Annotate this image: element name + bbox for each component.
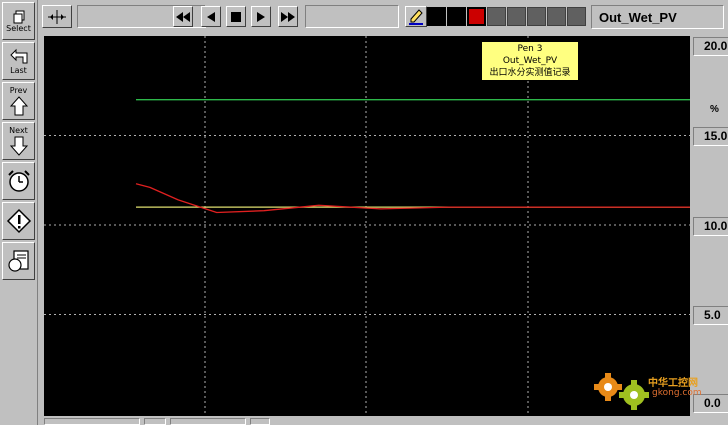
- scale-tick-10: 10.0: [693, 217, 728, 236]
- watermark-text: 中华工控网: [648, 378, 698, 389]
- status-field-3: [170, 418, 246, 425]
- tooltip-description: 出口水分实测值记录: [489, 68, 571, 78]
- scale-unit: %: [710, 104, 719, 115]
- pen-swatch-3[interactable]: [467, 7, 486, 26]
- fast-rewind-icon: [176, 11, 190, 22]
- trend-chart[interactable]: Pen 3 Out_Wet_PV 出口水分实测值记录: [44, 36, 690, 416]
- step-forward-icon: [257, 11, 265, 22]
- arrow-down-icon: [9, 136, 28, 156]
- pen-swatch-5[interactable]: [507, 7, 526, 26]
- select-label: Select: [6, 23, 31, 33]
- warning-diamond-icon: [6, 208, 31, 234]
- fast-forward-icon: [281, 11, 295, 22]
- arrow-up-icon: [9, 95, 28, 115]
- last-button[interactable]: Last: [2, 42, 35, 80]
- stop-icon: [231, 11, 241, 22]
- notes-button[interactable]: [2, 242, 35, 280]
- end-time-field[interactable]: [305, 5, 399, 28]
- left-toolbar: Select Last Prev Next: [0, 0, 38, 425]
- pen-swatch-6[interactable]: [527, 7, 546, 26]
- fast-rewind-button[interactable]: [173, 6, 193, 27]
- next-label: Next: [9, 125, 28, 135]
- pen-edit-button[interactable]: [405, 6, 427, 27]
- trend-plot: [44, 36, 690, 416]
- top-toolbar: Out_Wet_PV: [38, 0, 728, 34]
- status-strip: [38, 416, 728, 425]
- prev-label: Prev: [9, 85, 28, 95]
- pen-swatch-1[interactable]: [427, 7, 446, 26]
- status-field-4: [250, 418, 270, 425]
- pen-swatch-8[interactable]: [567, 7, 586, 26]
- fast-forward-button[interactable]: [278, 6, 298, 27]
- step-back-button[interactable]: [201, 6, 221, 27]
- select-icon: [13, 10, 24, 23]
- alarm-clock-icon: [7, 170, 30, 192]
- tooltip-tag: Out_Wet_PV: [502, 56, 558, 66]
- notepad-icon: [7, 250, 29, 272]
- tag-name-field[interactable]: Out_Wet_PV: [591, 5, 724, 29]
- watermark-url: gkong.com: [652, 388, 702, 398]
- prev-button[interactable]: Prev: [2, 82, 35, 120]
- status-field-1: [44, 418, 140, 425]
- stop-button[interactable]: [226, 6, 246, 27]
- last-label: Last: [10, 65, 27, 75]
- step-back-icon: [207, 11, 215, 22]
- next-button[interactable]: Next: [2, 122, 35, 160]
- status-field-2: [144, 418, 166, 425]
- undo-arrow-icon: [9, 48, 27, 63]
- crosshair-icon: [48, 9, 66, 24]
- crosshair-button[interactable]: [42, 5, 72, 28]
- scale-tick-15: 15.0: [693, 127, 728, 146]
- pen-swatch-4[interactable]: [487, 7, 506, 26]
- scale-tick-20: 20.0: [693, 37, 728, 56]
- pen-tooltip: Pen 3 Out_Wet_PV 出口水分实测值记录: [481, 41, 579, 81]
- alarm-button[interactable]: [2, 202, 35, 240]
- pencil-icon: [409, 8, 423, 25]
- step-forward-button[interactable]: [251, 6, 271, 27]
- pen-swatch-2[interactable]: [447, 7, 466, 26]
- scale-tick-5: 5.0: [693, 306, 728, 325]
- series-line-3: [135, 183, 690, 214]
- alarm-clock-button[interactable]: [2, 162, 35, 200]
- pen-swatch-7[interactable]: [547, 7, 566, 26]
- select-button[interactable]: Select: [2, 2, 35, 40]
- tooltip-pen: Pen 3: [517, 44, 543, 54]
